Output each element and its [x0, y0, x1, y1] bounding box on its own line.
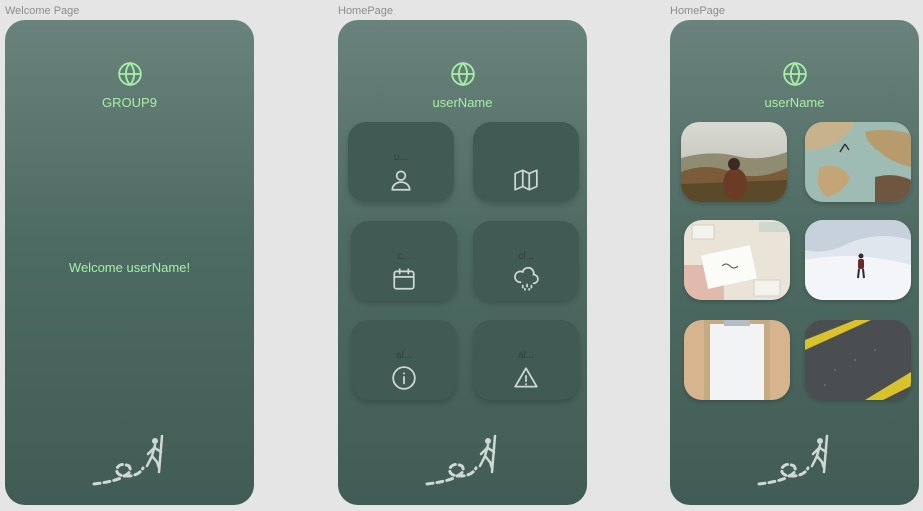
tile-label: cl...: [518, 251, 534, 262]
alert-triangle-icon: [514, 367, 538, 388]
cloud-rain-icon: [514, 266, 539, 291]
info-icon: [392, 366, 416, 390]
tile-calendar[interactable]: c...: [351, 221, 457, 301]
welcome-message: Welcome userName!: [68, 260, 191, 275]
tile-user[interactable]: u...: [348, 122, 454, 202]
map-icon: [514, 169, 538, 191]
app-header: userName: [670, 61, 919, 110]
app-header: GROUP9: [5, 61, 254, 110]
user-icon: [391, 170, 411, 191]
calendar-icon: [393, 268, 415, 290]
tile-alert[interactable]: al...: [473, 320, 579, 400]
frame-label-welcome: Welcome Page: [5, 5, 80, 17]
home-gallery-screen: userName: [670, 20, 919, 505]
globe-icon: [117, 61, 142, 87]
tile-map[interactable]: [473, 122, 579, 202]
tile-label: al...: [395, 350, 413, 361]
home-screen: userName u... c... cl... al... al...: [338, 20, 587, 505]
globe-icon: [782, 61, 807, 87]
frame-label-home-gallery: HomePage: [670, 5, 726, 17]
tile-label: u...: [394, 152, 408, 163]
hiker-trail-icon: [92, 434, 164, 486]
hiker-trail-icon: [757, 434, 829, 486]
world-map-photo[interactable]: [805, 122, 911, 202]
hiker-mountain-photo[interactable]: [681, 122, 787, 202]
user-name: userName: [764, 95, 825, 110]
group-title: GROUP9: [102, 95, 157, 110]
snow-hiker-photo[interactable]: [805, 220, 911, 300]
user-name: userName: [432, 95, 493, 110]
tile-label: al...: [517, 350, 535, 361]
frame-label-home: HomePage: [338, 5, 394, 17]
tile-weather[interactable]: cl...: [473, 221, 579, 301]
road-stripes-photo[interactable]: [805, 320, 911, 400]
tile-label: c...: [397, 251, 411, 262]
globe-icon: [450, 61, 475, 87]
hiker-trail-icon: [425, 434, 497, 486]
clipboard-photo[interactable]: [684, 320, 790, 400]
desk-paper-photo[interactable]: [684, 220, 790, 300]
tile-info[interactable]: al...: [351, 320, 457, 400]
app-header: userName: [338, 61, 587, 110]
welcome-screen: GROUP9 Welcome userName!: [5, 20, 254, 505]
